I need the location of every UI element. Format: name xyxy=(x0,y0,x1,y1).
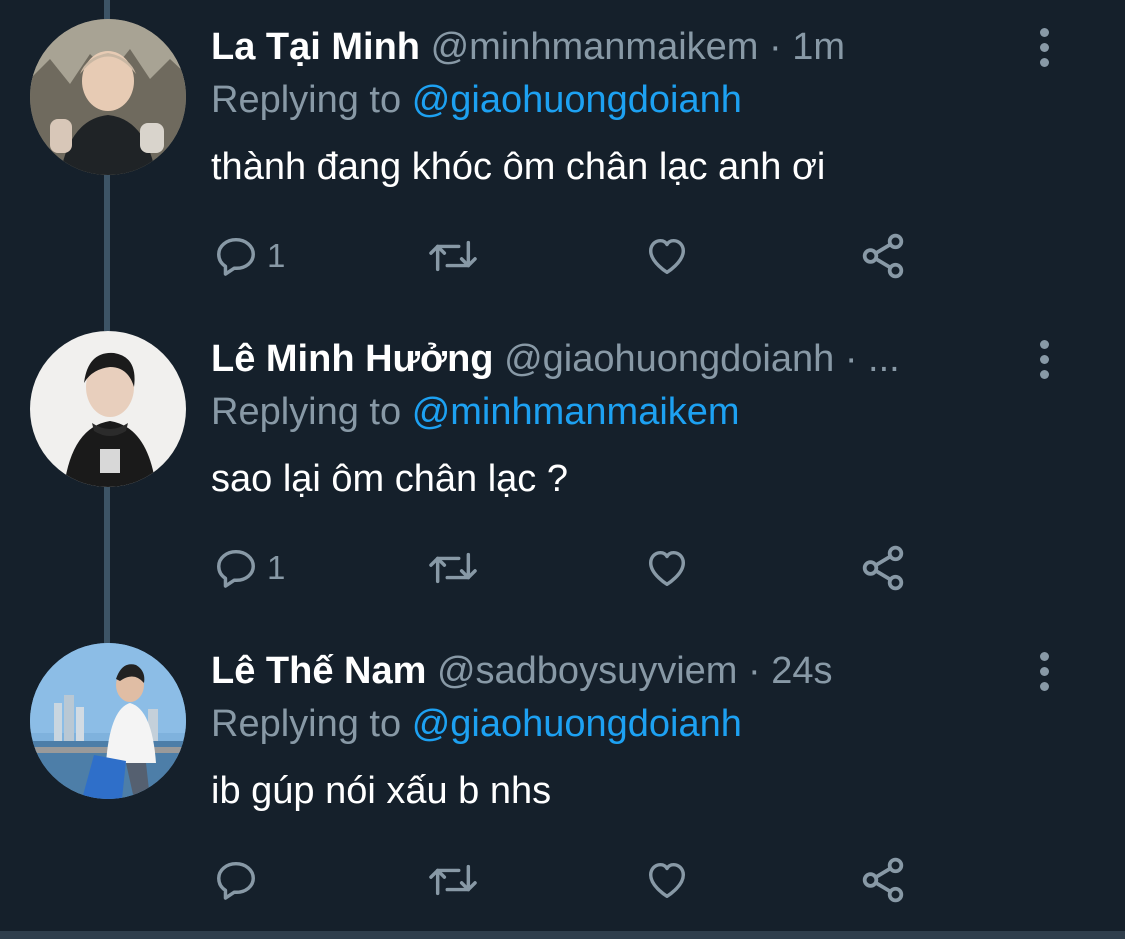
avatar[interactable] xyxy=(30,19,186,175)
heart-icon xyxy=(648,862,686,899)
tweet-text: ib gúp nói xấu b nhs xyxy=(211,770,552,812)
share-icon xyxy=(862,233,904,279)
avatar[interactable] xyxy=(30,643,186,799)
replying-to-line: Replying to @giaohuongdoianh xyxy=(211,77,742,123)
tweet-header: Lê Minh Hưởng @giaohuongdoianh · ... xyxy=(211,336,1045,382)
avatar[interactable] xyxy=(30,331,186,487)
replying-to-line: Replying to @minhmanmaikem xyxy=(211,389,740,435)
reply-count: 1 xyxy=(267,549,286,586)
divider xyxy=(0,931,1125,939)
more-vertical-icon[interactable] xyxy=(1028,648,1060,694)
retweet-button[interactable] xyxy=(425,542,481,594)
reply-count: 1 xyxy=(267,237,286,274)
mention-link[interactable]: @giaohuongdoianh xyxy=(412,79,742,121)
user-handle[interactable]: @giaohuongdoianh xyxy=(504,338,834,380)
retweet-icon xyxy=(429,864,477,896)
mention-link[interactable]: @minhmanmaikem xyxy=(412,391,740,433)
reply-icon xyxy=(217,237,255,276)
separator-dot: · xyxy=(748,650,761,692)
tweet-header: Lê Thế Nam @sadboysuyviem · 24s xyxy=(211,648,1045,694)
share-icon xyxy=(862,857,904,903)
share-button[interactable] xyxy=(858,542,908,594)
tweet-text: thành đang khóc ôm chân lạc anh ơi xyxy=(211,146,826,188)
timestamp[interactable]: 24s xyxy=(771,650,832,692)
tweet-header: La Tại Minh @minhmanmaikem · 1m xyxy=(211,24,1045,70)
like-button[interactable] xyxy=(643,854,691,906)
display-name[interactable]: Lê Minh Hưởng xyxy=(211,338,494,380)
heart-icon xyxy=(648,238,686,275)
more-vertical-icon[interactable] xyxy=(1028,24,1060,70)
timestamp[interactable]: 1m xyxy=(792,26,845,68)
replying-to-line: Replying to @giaohuongdoianh xyxy=(211,701,742,747)
heart-icon xyxy=(648,550,686,587)
timeline-thread: La Tại Minh @minhmanmaikem · 1m Replying… xyxy=(0,0,1125,939)
replying-to-label: Replying to xyxy=(211,79,402,121)
share-icon xyxy=(862,545,904,591)
retweet-icon xyxy=(429,240,477,272)
like-button[interactable] xyxy=(643,542,691,594)
replying-to-label: Replying to xyxy=(211,703,402,745)
reply-button[interactable]: 1 xyxy=(213,230,285,282)
retweet-button[interactable] xyxy=(425,230,481,282)
share-button[interactable] xyxy=(858,230,908,282)
tweet-item[interactable]: Lê Thế Nam @sadboysuyviem · 24s Replying… xyxy=(0,624,1125,936)
tweet-item[interactable]: Lê Minh Hưởng @giaohuongdoianh · ... Rep… xyxy=(0,312,1125,624)
tweet-item[interactable]: La Tại Minh @minhmanmaikem · 1m Replying… xyxy=(0,0,1125,312)
mention-link[interactable]: @giaohuongdoianh xyxy=(412,703,742,745)
reply-icon xyxy=(217,549,255,588)
separator-dot: · xyxy=(769,26,782,68)
retweet-button[interactable] xyxy=(425,854,481,906)
more-vertical-icon[interactable] xyxy=(1028,336,1060,382)
timestamp[interactable]: ... xyxy=(868,338,900,380)
like-button[interactable] xyxy=(643,230,691,282)
tweet-text: sao lại ôm chân lạc ? xyxy=(211,458,568,500)
display-name[interactable]: La Tại Minh xyxy=(211,26,420,68)
retweet-icon xyxy=(429,552,477,584)
separator-dot: · xyxy=(844,338,858,380)
user-handle[interactable]: @sadboysuyviem xyxy=(437,650,737,692)
display-name[interactable]: Lê Thế Nam xyxy=(211,650,426,692)
replying-to-label: Replying to xyxy=(211,391,402,433)
user-handle[interactable]: @minhmanmaikem xyxy=(431,26,759,68)
share-button[interactable] xyxy=(858,854,908,906)
reply-button[interactable] xyxy=(213,854,267,906)
reply-icon xyxy=(217,861,255,900)
reply-button[interactable]: 1 xyxy=(213,542,285,594)
